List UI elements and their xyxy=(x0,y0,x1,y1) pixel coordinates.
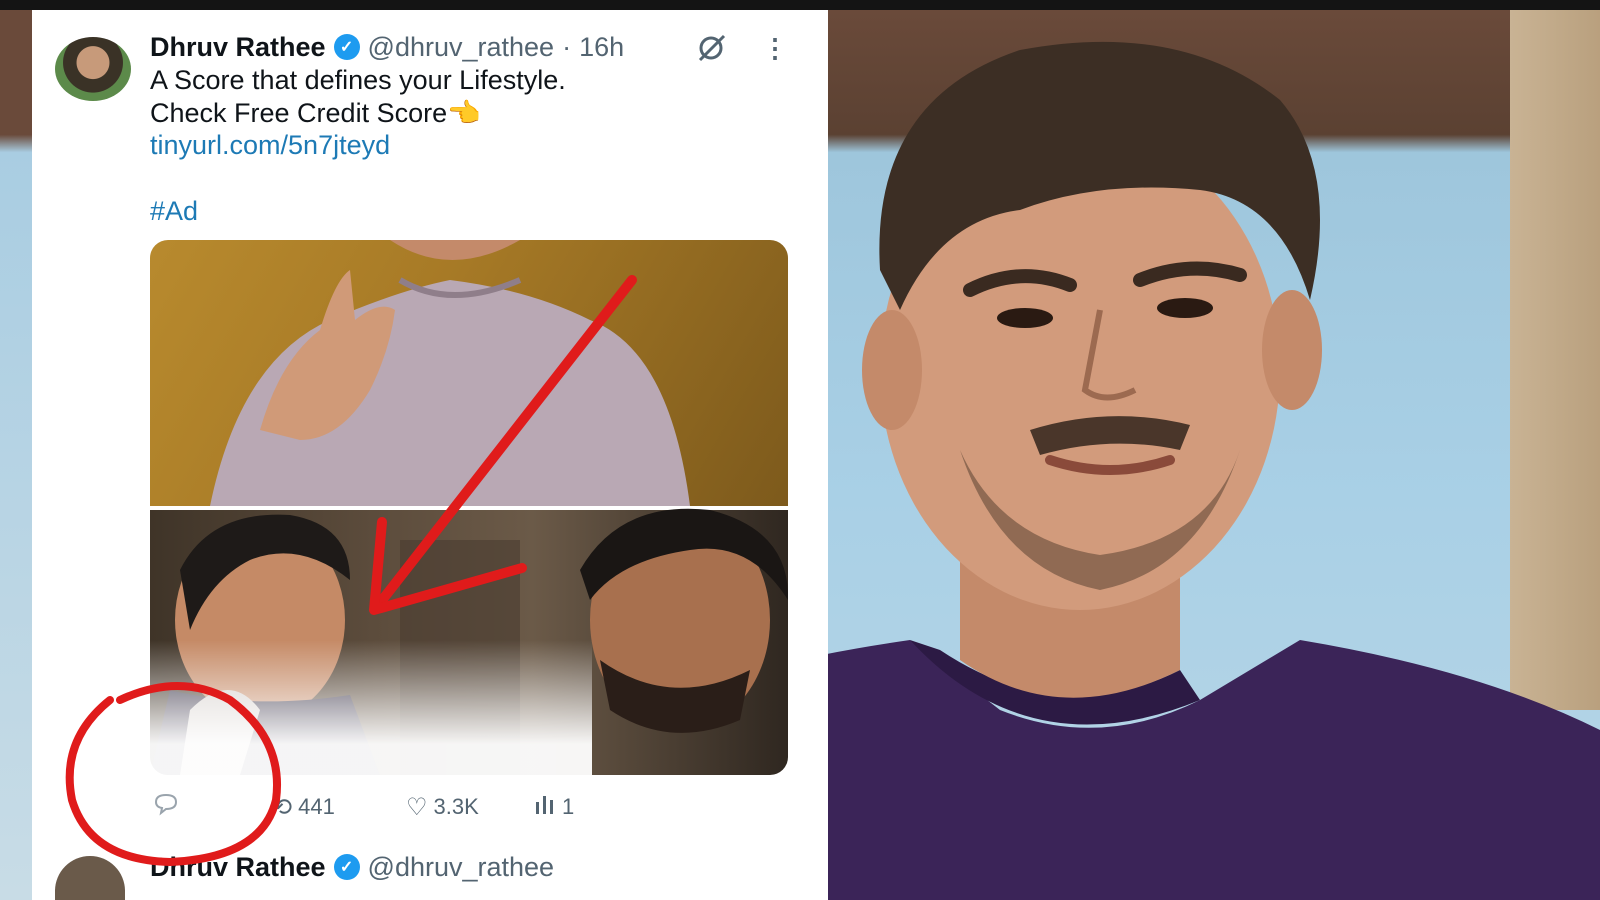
reply-icon xyxy=(152,792,180,823)
view-count: 1 xyxy=(562,794,575,819)
tweet-hashtag[interactable]: #Ad xyxy=(150,196,198,227)
screenshot-stage: Dhruv Rathee ✓ @dhruv_rathee · 16h ⋮ A S… xyxy=(0,0,1600,900)
next-author-display-name[interactable]: Dhruv Rathee xyxy=(150,852,326,883)
more-options-icon[interactable]: ⋮ xyxy=(762,34,788,64)
verified-badge-icon: ✓ xyxy=(333,34,360,60)
author-handle[interactable]: @dhruv_rathee xyxy=(368,32,555,63)
pointing-hand-emoji: 👈 xyxy=(447,98,481,128)
top-band xyxy=(0,0,1600,10)
views-icon xyxy=(534,793,556,821)
tweet-text-line-1: A Score that defines your Lifestyle. xyxy=(150,65,566,95)
tweet-timestamp[interactable]: 16h xyxy=(579,32,624,63)
retweet-count: 441 xyxy=(298,794,335,819)
author-avatar[interactable] xyxy=(55,37,131,101)
tweet-body: A Score that defines your Lifestyle. Che… xyxy=(150,64,790,130)
tweet-text-line-2-text: Check Free Credit Score xyxy=(150,98,448,128)
like-button[interactable]: ♡ 3.3K xyxy=(406,793,534,822)
next-author-handle[interactable]: @dhruv_rathee xyxy=(368,852,555,883)
author-display-name[interactable]: Dhruv Rathee xyxy=(150,32,326,63)
reply-button[interactable] xyxy=(152,792,272,823)
next-verified-badge-icon: ✓ xyxy=(333,854,360,880)
tweet-link[interactable]: tinyurl.com/5n7jteyd xyxy=(150,130,390,161)
retweet-icon: ⟲ xyxy=(272,793,293,821)
heart-icon: ♡ xyxy=(406,793,428,821)
retweet-button[interactable]: ⟲ 441 xyxy=(272,793,406,822)
header-separator: · xyxy=(562,31,572,62)
next-tweet-header: Dhruv Rathee ✓ @dhruv_rathee xyxy=(150,850,554,884)
views-button[interactable]: 1 xyxy=(534,793,594,821)
tweet-header: Dhruv Rathee ✓ @dhruv_rathee · 16h xyxy=(150,30,624,64)
tweet-actions: ⟲ 441 ♡ 3.3K 1 xyxy=(150,792,594,822)
tweet-text-line-2: Check Free Credit Score👈 xyxy=(150,97,790,130)
grok-icon[interactable] xyxy=(694,32,728,64)
like-count: 3.3K xyxy=(433,794,479,819)
